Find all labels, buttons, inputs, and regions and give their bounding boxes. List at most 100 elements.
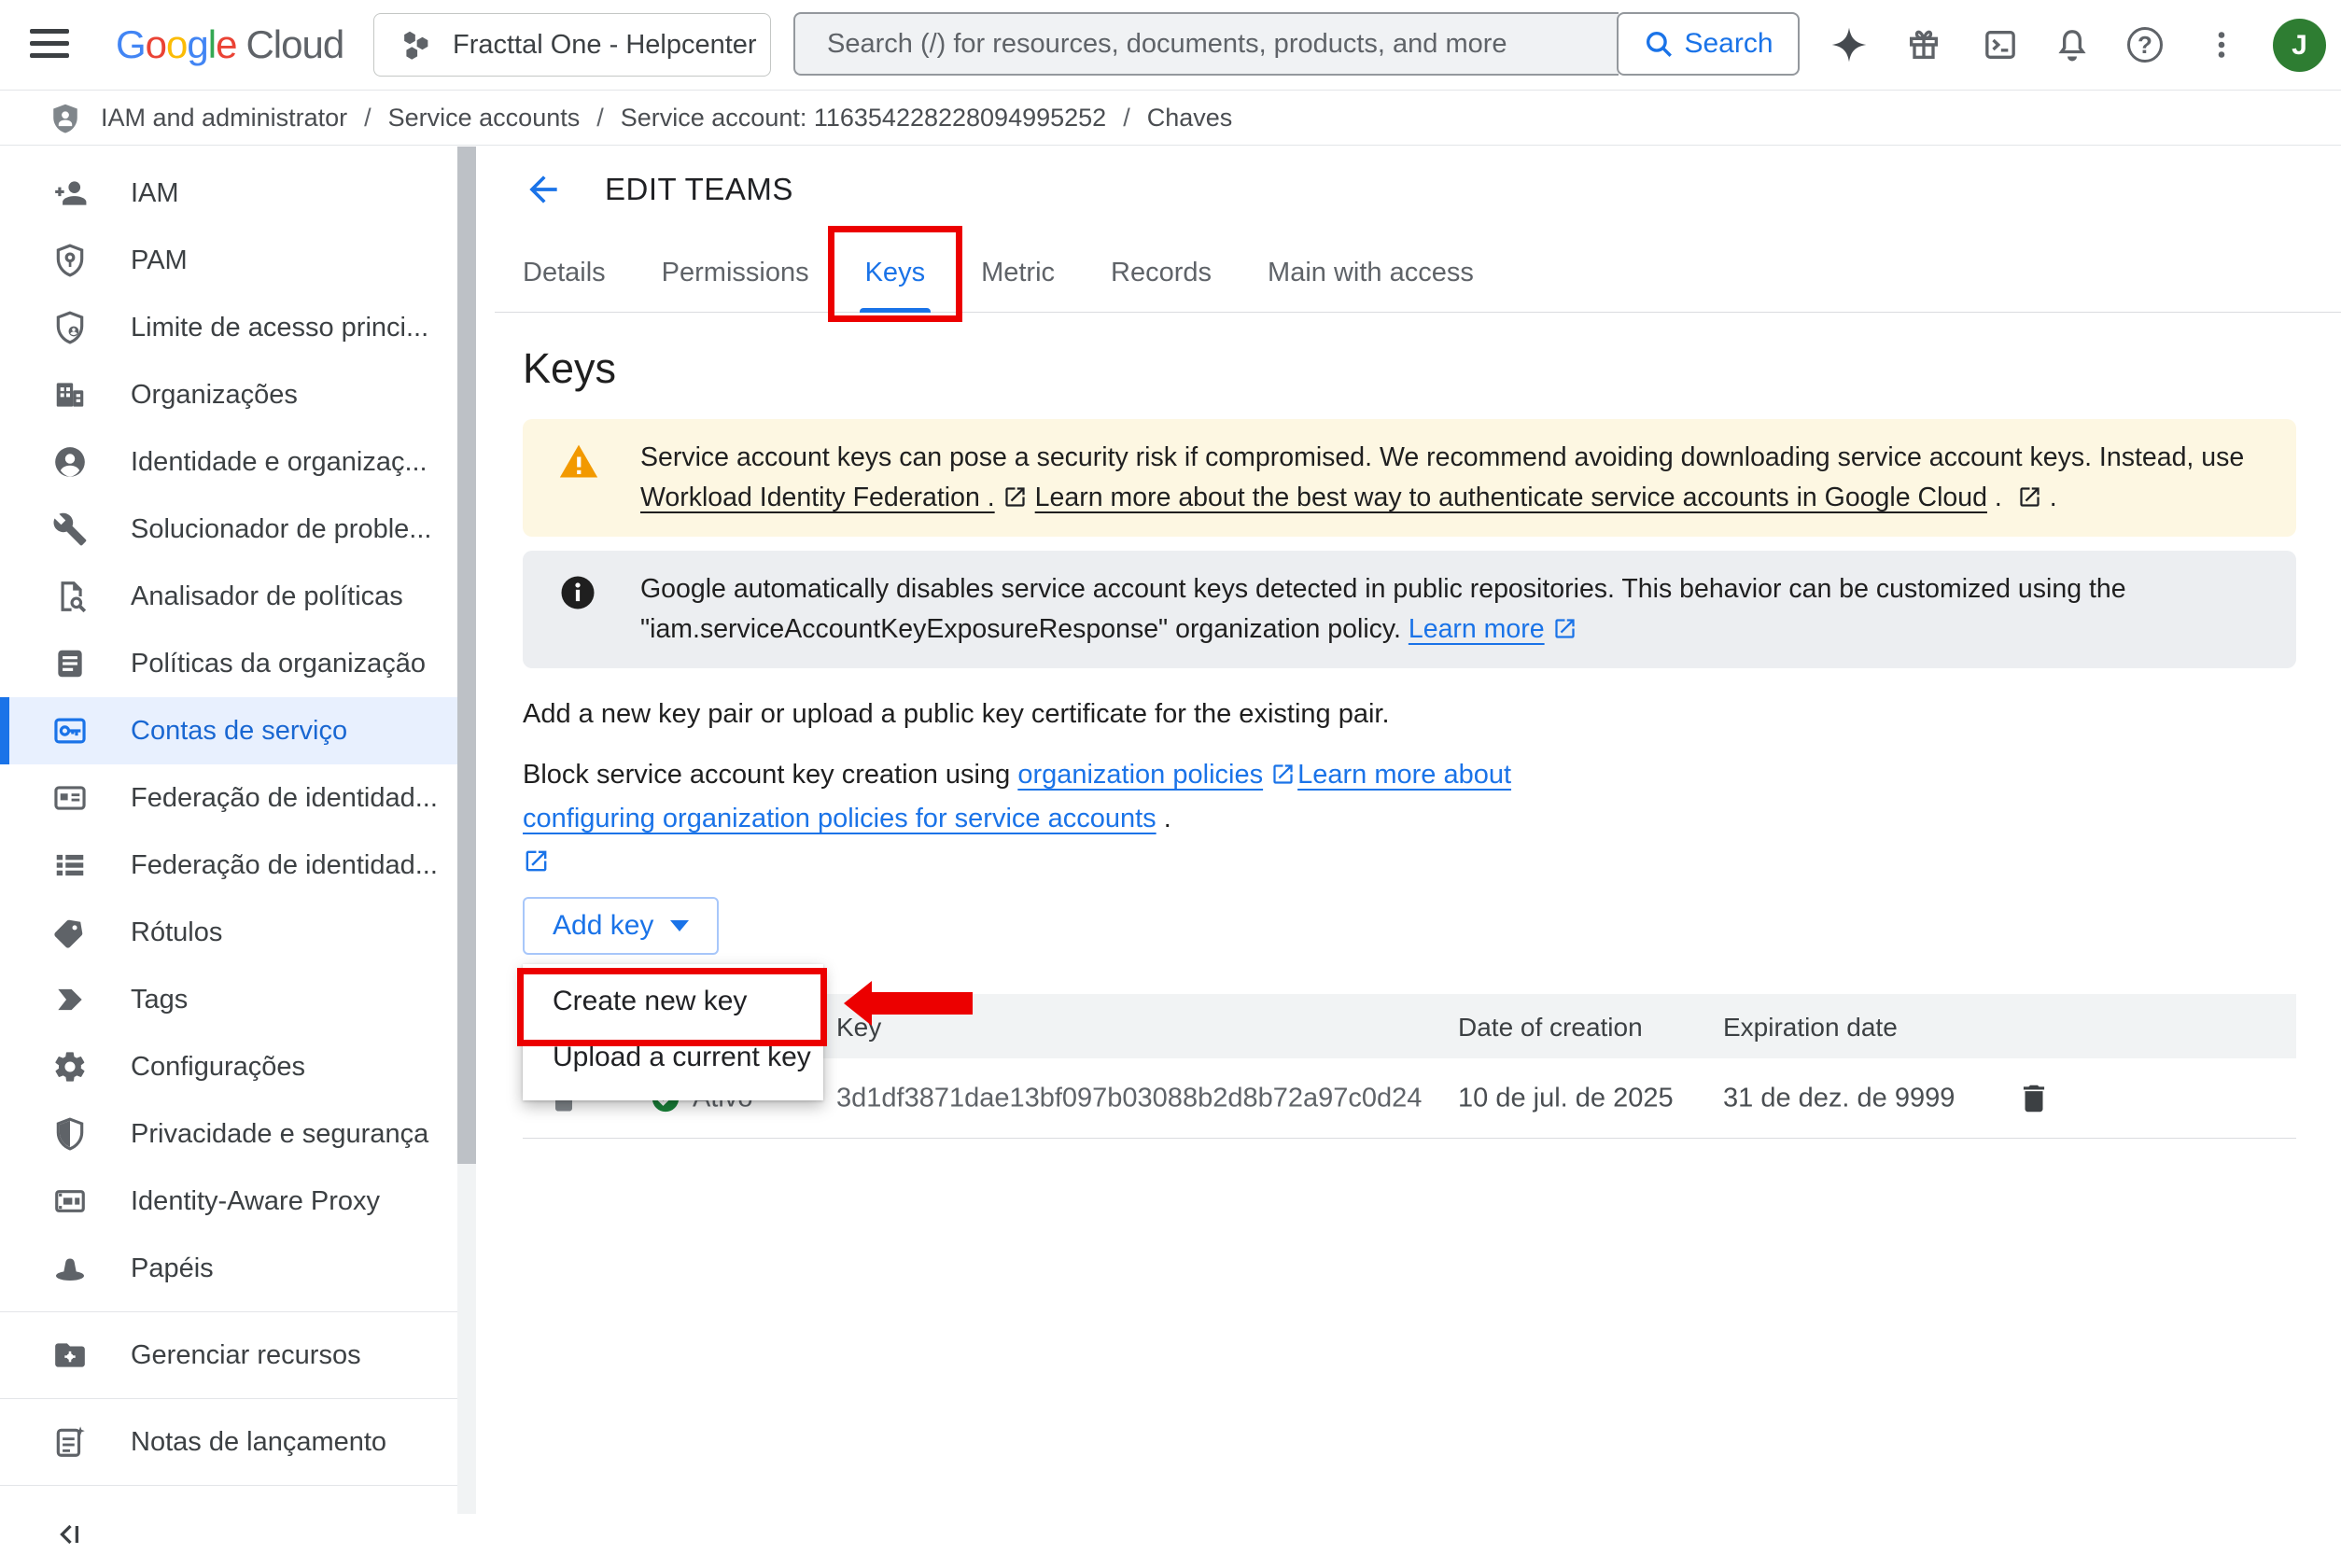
- column-header-expiration-date: Expiration date: [1723, 1013, 1898, 1043]
- project-selector[interactable]: Fracttal One - Helpcenter: [373, 13, 771, 77]
- info-banner: Google automatically disables service ac…: [523, 551, 2296, 668]
- creation-date: 10 de jul. de 2025: [1458, 1083, 1674, 1113]
- section-title: Keys: [523, 344, 616, 393]
- gemini-sparkle-icon[interactable]: [1828, 23, 1871, 66]
- key-id: 3d1df3871dae13bf097b03088b2d8b72a97c0d24: [836, 1083, 1422, 1113]
- folder-gear-icon: [52, 1337, 88, 1373]
- breadcrumb-item-iam[interactable]: IAM and administrator: [101, 104, 347, 133]
- warning-banner: Service account keys can pose a security…: [523, 419, 2296, 537]
- sidebar-item-configuracoes[interactable]: Configurações: [0, 1033, 476, 1100]
- external-link-icon: [1002, 484, 1028, 510]
- sidebar-item-analisador[interactable]: Analisador de políticas: [0, 563, 476, 630]
- sidebar-item-contas-de-servico[interactable]: Contas de serviço: [0, 697, 476, 764]
- info-text: Google automatically disables service ac…: [640, 569, 2126, 650]
- hamburger-menu-icon[interactable]: [30, 29, 71, 61]
- service-account-key-icon: [52, 713, 88, 749]
- info-icon: [558, 573, 599, 650]
- sidebar-divider: [0, 1485, 476, 1486]
- add-key-dropdown-menu: Create new key Upload a current key: [523, 964, 823, 1100]
- sidebar-item-solucionador[interactable]: Solucionador de proble...: [0, 496, 476, 563]
- column-header-key: Key: [836, 1013, 881, 1043]
- sidebar-scrollbar[interactable]: [457, 147, 476, 1514]
- sidebar-item-papeis[interactable]: Papéis: [0, 1235, 476, 1302]
- block-key-creation-text: Block service account key creation using…: [523, 753, 1633, 885]
- google-cloud-logo[interactable]: GoogleCloud: [116, 22, 343, 67]
- warning-text: Service account keys can pose a security…: [640, 438, 2244, 518]
- top-bar: GoogleCloud Fracttal One - Helpcenter Se…: [0, 0, 2341, 91]
- sidebar-item-notas-lancamento[interactable]: Notas de lançamento: [0, 1408, 476, 1476]
- workload-identity-federation-link[interactable]: Workload Identity Federation .: [640, 483, 995, 512]
- cloud-shell-icon[interactable]: [1979, 23, 2022, 66]
- sidebar-item-identidade[interactable]: Identidade e organizaç...: [0, 428, 476, 496]
- sidebar-item-iam[interactable]: IAM: [0, 160, 476, 227]
- tab-keys[interactable]: Keys: [837, 234, 953, 312]
- search-icon: [1643, 28, 1675, 60]
- external-link-icon: [1552, 616, 1577, 641]
- organization-building-icon: [52, 377, 88, 413]
- menu-item-upload-current-key[interactable]: Upload a current key: [523, 1029, 823, 1085]
- policy-analyzer-icon: [52, 579, 88, 614]
- sidebar-item-organizacoes[interactable]: Organizações: [0, 361, 476, 428]
- intro-text: Add a new key pair or upload a public ke…: [523, 699, 1390, 730]
- tab-bar: Details Permissions Keys Metric Records …: [495, 234, 2341, 313]
- sidebar-item-politicas[interactable]: Políticas da organização: [0, 630, 476, 697]
- collapse-panel-icon: [52, 1518, 86, 1551]
- sidebar-collapse-button[interactable]: [0, 1501, 476, 1568]
- breadcrumb-item-chaves: Chaves: [1147, 104, 1233, 133]
- more-vertical-icon[interactable]: [2200, 23, 2243, 66]
- organization-policies-link[interactable]: organization policies: [1017, 760, 1263, 790]
- sidebar-item-iap[interactable]: Identity-Aware Proxy: [0, 1168, 476, 1235]
- back-arrow-icon[interactable]: [523, 169, 564, 210]
- sidebar-item-tags[interactable]: Tags: [0, 966, 476, 1033]
- project-name: Fracttal One - Helpcenter: [453, 30, 757, 61]
- sidebar-item-federacao-identidade-2[interactable]: Federação de identidad...: [0, 832, 476, 899]
- sidebar-item-pam[interactable]: PAM: [0, 227, 476, 294]
- sidebar-item-limite-acesso[interactable]: Limite de acesso princi...: [0, 294, 476, 361]
- delete-key-button[interactable]: [2016, 1081, 2052, 1116]
- gear-icon: [52, 1049, 88, 1085]
- identity-card-icon: [52, 780, 88, 816]
- column-header-date-of-creation: Date of creation: [1458, 1013, 1643, 1043]
- search-button[interactable]: Search: [1617, 12, 1800, 76]
- add-key-button[interactable]: Add key: [523, 897, 719, 955]
- cloud-wordmark: Cloud: [245, 22, 343, 66]
- notifications-bell-icon[interactable]: [2051, 23, 2094, 66]
- person-circle-icon: [52, 444, 88, 480]
- breadcrumb-item-service-accounts[interactable]: Service accounts: [388, 104, 581, 133]
- sidebar-item-rotulos[interactable]: Rótulos: [0, 899, 476, 966]
- person-add-icon: [52, 175, 88, 211]
- tab-main-with-access[interactable]: Main with access: [1240, 234, 1502, 312]
- google-wordmark: Google: [116, 22, 236, 66]
- user-avatar[interactable]: J: [2273, 19, 2326, 72]
- breadcrumb: IAM and administrator / Service accounts…: [0, 91, 2341, 146]
- tab-permissions[interactable]: Permissions: [634, 234, 837, 312]
- breadcrumb-item-service-account-id[interactable]: Service account: 116354228228094995252: [621, 104, 1106, 133]
- learn-more-authenticate-link[interactable]: Learn more about the best way to authent…: [1035, 483, 1987, 512]
- roles-hat-icon: [52, 1251, 88, 1286]
- sidebar-item-federacao-identidade-1[interactable]: Federação de identidad...: [0, 764, 476, 832]
- tab-metric[interactable]: Metric: [953, 234, 1083, 312]
- expiration-date: 31 de dez. de 9999: [1723, 1083, 1955, 1113]
- list-icon: [52, 847, 88, 883]
- shield-half-icon: [52, 1116, 88, 1152]
- tag-arrow-icon: [52, 982, 88, 1017]
- iam-shield-icon: [49, 102, 82, 135]
- info-learn-more-link[interactable]: Learn more: [1409, 614, 1545, 644]
- sidebar-item-privacidade[interactable]: Privacidade e segurança: [0, 1100, 476, 1168]
- search-input[interactable]: [793, 12, 1619, 76]
- identity-aware-proxy-icon: [52, 1183, 88, 1219]
- label-icon: [52, 915, 88, 950]
- help-icon[interactable]: ?: [2124, 23, 2166, 66]
- chevron-down-icon: [670, 920, 689, 931]
- shield-person-icon: [52, 310, 88, 345]
- policy-document-icon: [52, 646, 88, 681]
- tab-details[interactable]: Details: [495, 234, 634, 312]
- menu-item-create-new-key[interactable]: Create new key: [523, 973, 823, 1029]
- wrench-icon: [52, 511, 88, 547]
- external-link-icon: [523, 847, 550, 875]
- project-hexagons-icon: [399, 28, 432, 62]
- sidebar-item-gerenciar-recursos[interactable]: Gerenciar recursos: [0, 1322, 476, 1389]
- tab-records[interactable]: Records: [1083, 234, 1240, 312]
- gift-icon[interactable]: [1902, 23, 1945, 66]
- shield-key-icon: [52, 243, 88, 278]
